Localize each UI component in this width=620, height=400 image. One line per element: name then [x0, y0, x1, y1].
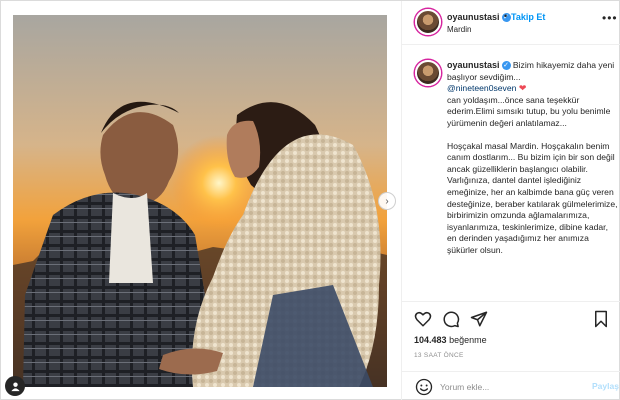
post-photo[interactable]: [13, 15, 387, 387]
likes-label: beğenme: [449, 335, 487, 345]
caption-area: oyaunustasi ✓ Bizim hikayemiz daha yeni b…: [402, 46, 620, 300]
share-icon[interactable]: [470, 310, 488, 328]
likes-count[interactable]: 104.483 beğenme: [414, 335, 487, 345]
post-modal: › oyaunustasi ✓ • Takip Et Mardin ••• oya…: [0, 0, 620, 400]
comment-bar: Paylaş: [402, 371, 620, 400]
caption-username[interactable]: oyaunustasi: [447, 60, 500, 70]
caption-avatar[interactable]: [415, 60, 441, 86]
caption-paragraph: Hoşçakal masal Mardin. Hoşçakalın benim …: [447, 140, 618, 255]
heart-emoji-icon: ❤: [518, 83, 527, 94]
post-timestamp[interactable]: 13 SAAT ÖNCE: [414, 352, 464, 359]
comment-icon[interactable]: [442, 310, 460, 328]
photo-scene: [13, 15, 387, 387]
bookmark-icon[interactable]: [592, 310, 610, 328]
location-link[interactable]: Mardin: [447, 25, 471, 34]
post-sidebar: oyaunustasi ✓ • Takip Et Mardin ••• oyaun…: [401, 1, 620, 400]
verified-icon: ✓: [501, 61, 511, 71]
mention-link[interactable]: @nineteen0seven: [447, 83, 516, 93]
emoji-icon[interactable]: [415, 378, 433, 396]
caption-line2: can yoldaşım...önce sana teşekkür ederim…: [447, 94, 611, 128]
caption-text: oyaunustasi ✓ Bizim hikayemiz daha yeni b…: [447, 60, 619, 257]
next-photo-button[interactable]: ›: [378, 192, 396, 210]
follow-button[interactable]: Takip Et: [511, 12, 545, 22]
username-text[interactable]: oyaunustasi: [447, 12, 500, 22]
post-comment-button[interactable]: Paylaş: [592, 381, 619, 391]
post-header: oyaunustasi ✓ • Takip Et Mardin •••: [402, 1, 620, 45]
more-dots-icon[interactable]: •••: [602, 11, 618, 25]
avatar[interactable]: [415, 9, 441, 35]
chevron-right-icon: ›: [385, 195, 389, 207]
separator-dot: •: [504, 11, 508, 21]
tagged-users-button[interactable]: [5, 376, 25, 396]
comment-input[interactable]: [440, 379, 580, 395]
header-username[interactable]: oyaunustasi ✓: [447, 12, 511, 23]
user-icon: [10, 381, 20, 391]
heart-icon[interactable]: [414, 310, 432, 328]
likes-number: 104.483: [414, 335, 447, 345]
action-bar: 104.483 beğenme 13 SAAT ÖNCE: [402, 301, 620, 371]
